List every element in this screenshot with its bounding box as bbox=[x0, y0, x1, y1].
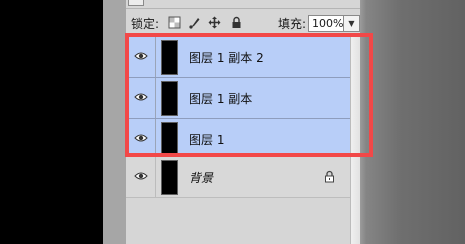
layer-thumbnail bbox=[161, 122, 178, 157]
layer-thumbnail bbox=[161, 40, 178, 75]
lock-all-icon[interactable] bbox=[230, 16, 243, 29]
lock-icon bbox=[325, 170, 334, 183]
layer-thumbnail bbox=[161, 81, 178, 116]
fill-label: 填充: bbox=[278, 17, 307, 31]
panel-top-toolbar bbox=[126, 0, 360, 9]
layer-row[interactable]: 图层 1 副本 bbox=[126, 78, 350, 119]
visibility-toggle[interactable] bbox=[126, 119, 156, 159]
canvas-background-mid bbox=[103, 0, 126, 244]
layer-row[interactable]: 图层 1 副本 2 bbox=[126, 37, 350, 78]
canvas-background-right bbox=[360, 0, 465, 244]
layer-name: 图层 1 bbox=[189, 133, 225, 147]
layer-name: 图层 1 副本 bbox=[189, 92, 253, 106]
lock-position-icon[interactable] bbox=[208, 16, 221, 29]
layer-row-background[interactable]: 背景 bbox=[126, 157, 350, 198]
layer-name: 图层 1 副本 2 bbox=[189, 51, 264, 65]
fill-dropdown-button[interactable]: ▼ bbox=[344, 15, 360, 32]
eye-icon bbox=[134, 172, 148, 180]
eye-icon bbox=[134, 52, 148, 60]
layer-thumbnail bbox=[161, 160, 178, 195]
fill-opacity-input[interactable]: 100% bbox=[308, 15, 344, 32]
lock-toolbar: 锁定: 填充: 100% ▼ bbox=[126, 10, 360, 36]
visibility-toggle[interactable] bbox=[126, 78, 156, 118]
visibility-toggle[interactable] bbox=[126, 157, 156, 197]
canvas-background-left bbox=[0, 0, 103, 244]
lock-image-pixels-icon[interactable] bbox=[188, 16, 201, 29]
eye-icon bbox=[134, 93, 148, 101]
eye-icon bbox=[134, 134, 148, 142]
lock-transparent-pixels-icon[interactable] bbox=[168, 16, 181, 29]
layer-name: 背景 bbox=[189, 171, 214, 185]
layer-row[interactable]: 图层 1 bbox=[126, 119, 350, 160]
blend-mode-dropdown[interactable] bbox=[128, 0, 144, 6]
visibility-toggle[interactable] bbox=[126, 37, 156, 77]
lock-label: 锁定: bbox=[131, 17, 160, 31]
panel-scrollbar[interactable] bbox=[350, 36, 360, 244]
